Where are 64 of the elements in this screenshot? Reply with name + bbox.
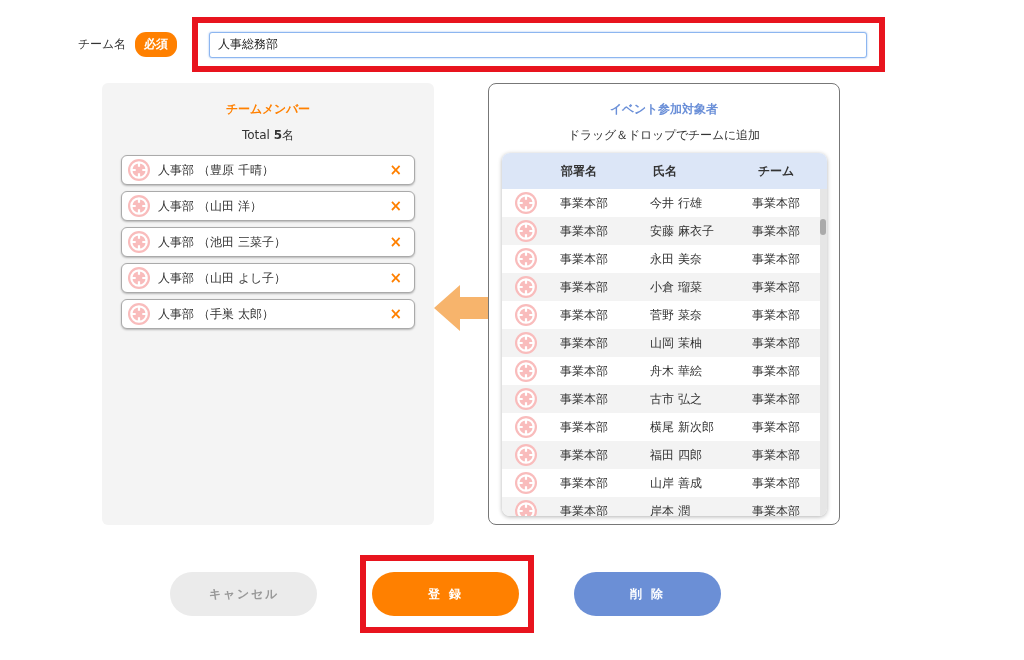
table-cell-text: 事業本部 [751, 194, 802, 212]
table-cell-text: 事業本部 [751, 502, 802, 516]
table-cell-text: 安藤 麻衣子 [649, 222, 715, 240]
required-badge: 必須 [135, 32, 177, 57]
drag-hint: ドラッグ＆ドロップでチームに追加 [568, 127, 760, 144]
table-cell-text: 今井 行雄 [649, 194, 703, 212]
table-cell-text: 事業本部 [751, 278, 802, 296]
remove-button[interactable]: × [385, 161, 406, 179]
member-name: 人事部 （豊原 千晴） [158, 161, 275, 179]
table-cell-text: 山岡 茉柚 [649, 334, 703, 352]
member-name: 人事部 （池田 三菜子） [158, 233, 287, 251]
table-cell-text: 岸本 潤 [649, 502, 691, 516]
remove-button[interactable]: × [385, 233, 406, 251]
table-cell-text: 事業本部 [751, 334, 802, 352]
table-cell-text: 事業本部 [558, 418, 609, 436]
member-card[interactable]: 人事部 （豊原 千晴） × [121, 155, 415, 185]
remove-button[interactable]: × [385, 305, 406, 323]
table-cell-text: 事業本部 [558, 474, 609, 492]
table-cell-text: 事業本部 [558, 306, 609, 324]
table-cell-text: 舟木 華絵 [649, 362, 703, 380]
cancel-button[interactable]: キャンセル [170, 572, 317, 616]
team-name-field[interactable]: 人事総務部 [209, 31, 867, 58]
table-cell-text: 菅野 菜奈 [649, 306, 703, 324]
member-name: 人事部 （山田 洋） [158, 197, 263, 215]
panel-title: イベント参加対象者 [610, 101, 718, 118]
member-name: 人事部 （山田 よし子） [158, 269, 287, 287]
panel-title: チームメンバー [226, 101, 310, 118]
table-cell-text: 事業本部 [558, 222, 609, 240]
table-cell-text: 事業本部 [751, 390, 802, 408]
member-card[interactable]: 人事部 （山田 よし子） × [121, 263, 415, 293]
table-cell-text: 事業本部 [558, 502, 609, 516]
table-cell-text: 事業本部 [751, 222, 802, 240]
table-cell-text: 事業本部 [751, 474, 802, 492]
table-cell-text: 小倉 瑠菜 [649, 278, 703, 296]
column-header: チーム [756, 162, 795, 180]
table-cell-text: 福田 四郎 [649, 446, 703, 464]
table-cell-text: 事業本部 [751, 446, 802, 464]
table-cell-text: 古市 弘之 [649, 390, 703, 408]
member-card[interactable]: 人事部 （山田 洋） × [121, 191, 415, 221]
register-button[interactable]: 登 録 [372, 572, 519, 616]
table-cell-text: 事業本部 [558, 362, 609, 380]
table-cell-text: 事業本部 [751, 250, 802, 268]
table-cell-text: 事業本部 [558, 194, 609, 212]
table-cell-text: 山岸 善成 [649, 474, 703, 492]
member-card[interactable]: 人事部 （手巣 太郎） × [121, 299, 415, 329]
table-cell-text: 事業本部 [558, 446, 609, 464]
column-header: 氏名 [652, 162, 679, 180]
table-cell-text: 永田 美奈 [649, 250, 703, 268]
table-cell-text: 事業本部 [558, 390, 609, 408]
table-cell-text: 事業本部 [558, 250, 609, 268]
field-label: チーム名 [78, 36, 127, 53]
delete-button[interactable]: 削 除 [574, 572, 721, 616]
table-cell-text: 事業本部 [751, 306, 802, 324]
table-cell-text: 事業本部 [558, 334, 609, 352]
table-cell-text: 横尾 新次郎 [649, 418, 715, 436]
table-cell-text: 事業本部 [751, 418, 802, 436]
table-cell-text: 事業本部 [558, 278, 609, 296]
remove-button[interactable]: × [385, 197, 406, 215]
table-cell-text: 事業本部 [751, 362, 802, 380]
member-total: Total 5名 [241, 127, 295, 144]
remove-button[interactable]: × [385, 269, 406, 287]
member-card[interactable]: 人事部 （池田 三菜子） × [121, 227, 415, 257]
column-header: 部署名 [559, 162, 598, 180]
member-name: 人事部 （手巣 太郎） [158, 305, 275, 323]
